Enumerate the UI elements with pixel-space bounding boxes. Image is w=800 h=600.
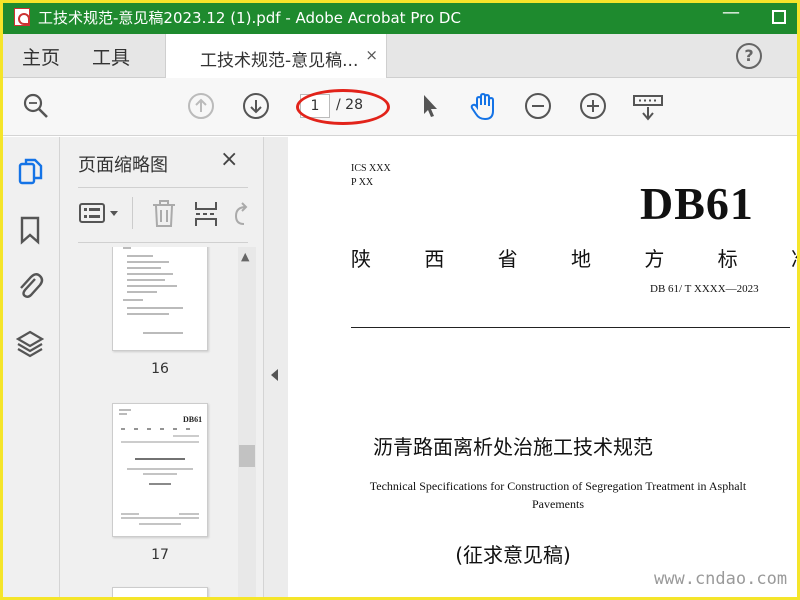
scroll-up-icon[interactable]: ▲	[241, 250, 249, 263]
divider	[78, 187, 248, 188]
svg-text:DB61: DB61	[183, 415, 202, 424]
bookmark-icon[interactable]	[18, 215, 42, 249]
doc-title-english: Technical Specifications for Constructio…	[369, 479, 747, 511]
close-panel-button[interactable]: ×	[220, 147, 238, 172]
page-thumbnails-panel: 页面缩略图 × 16 DB61 17 ▲	[60, 137, 264, 600]
site-watermark: www.cndao.com	[654, 569, 788, 589]
zoom-out-icon[interactable]	[524, 92, 552, 124]
rotate-page-icon[interactable]	[232, 199, 252, 233]
doc-title-chinese: 沥青路面离析处治施工技术规范	[373, 435, 653, 459]
select-cursor-icon[interactable]	[418, 92, 442, 124]
doc-draft-label: (征求意见稿)	[455, 543, 571, 567]
left-navigation-rail	[0, 137, 60, 600]
attachment-icon[interactable]	[16, 271, 44, 305]
thumbnail-page-16[interactable]	[112, 247, 208, 351]
province-char: 西	[424, 247, 445, 271]
main-toolbar: 1 / 28	[0, 78, 800, 136]
divider	[132, 197, 133, 229]
doc-standard-number: DB 61/ T XXXX—2023	[650, 283, 759, 295]
province-char: 方	[644, 247, 665, 271]
thumbnail-scrollbar[interactable]: ▲	[238, 247, 256, 600]
help-icon[interactable]: ?	[736, 43, 762, 69]
home-tab[interactable]: 主页	[22, 43, 60, 70]
thumbnail-page-number: 16	[151, 361, 169, 377]
search-zoom-icon[interactable]	[22, 92, 50, 124]
tab-bar: 主页 工具 工技术规范-意见稿... × ?	[0, 34, 800, 79]
thumbnail-page-18[interactable]	[112, 587, 208, 600]
window-title: 工技术规范-意见稿2023.12 (1).pdf - Adobe Acrobat…	[38, 8, 461, 27]
doc-p-code: P XX	[351, 177, 374, 188]
page-thumbnails-icon[interactable]	[16, 157, 44, 191]
thumbnail-options-icon[interactable]	[78, 201, 122, 229]
insert-page-icon[interactable]	[193, 199, 219, 233]
zoom-in-icon[interactable]	[579, 92, 607, 124]
document-tab[interactable]: 工技术规范-意见稿... ×	[165, 34, 387, 79]
divider	[78, 242, 248, 243]
province-char: 标	[717, 247, 738, 271]
previous-page-icon[interactable]	[187, 92, 215, 124]
document-tab-label: 工技术规范-意见稿...	[200, 51, 359, 71]
doc-ics-code: ICS XXX	[351, 163, 391, 174]
thumbnail-list: 16 DB61 17	[60, 247, 238, 600]
tools-tab[interactable]: 工具	[92, 43, 130, 70]
title-bar: 工技术规范-意见稿2023.12 (1).pdf - Adobe Acrobat…	[0, 0, 800, 34]
doc-horizontal-rule	[351, 327, 790, 328]
hand-tool-icon[interactable]	[468, 92, 498, 126]
province-char: 地	[570, 247, 591, 271]
province-char: 省	[497, 247, 518, 271]
province-char: 准	[791, 243, 800, 272]
delete-page-icon[interactable]	[150, 199, 178, 233]
doc-standard-code: DB61	[640, 178, 754, 229]
thumbnail-page-number: 17	[151, 547, 169, 563]
panel-title: 页面缩略图	[78, 155, 168, 176]
doc-province-heading: 陕 西 省 地 方 标 准	[351, 243, 800, 272]
document-view[interactable]: ICS XXX P XX DB61 陕 西 省 地 方 标 准 DB 61/ T…	[288, 137, 800, 600]
province-char: 陕	[351, 247, 371, 271]
panel-collapse-gutter[interactable]	[264, 137, 288, 600]
keyboard-scroll-icon[interactable]	[632, 94, 664, 126]
annotation-ellipse	[296, 89, 390, 125]
maximize-button[interactable]	[772, 10, 786, 24]
close-tab-button[interactable]: ×	[365, 46, 378, 64]
layers-icon[interactable]	[15, 329, 45, 363]
scrollbar-thumb[interactable]	[239, 445, 255, 467]
collapse-left-icon[interactable]	[271, 369, 278, 381]
pdf-app-icon	[14, 8, 30, 26]
next-page-icon[interactable]	[242, 92, 270, 124]
thumbnail-page-17[interactable]: DB61	[112, 403, 208, 537]
minimize-button[interactable]: —	[722, 2, 740, 23]
